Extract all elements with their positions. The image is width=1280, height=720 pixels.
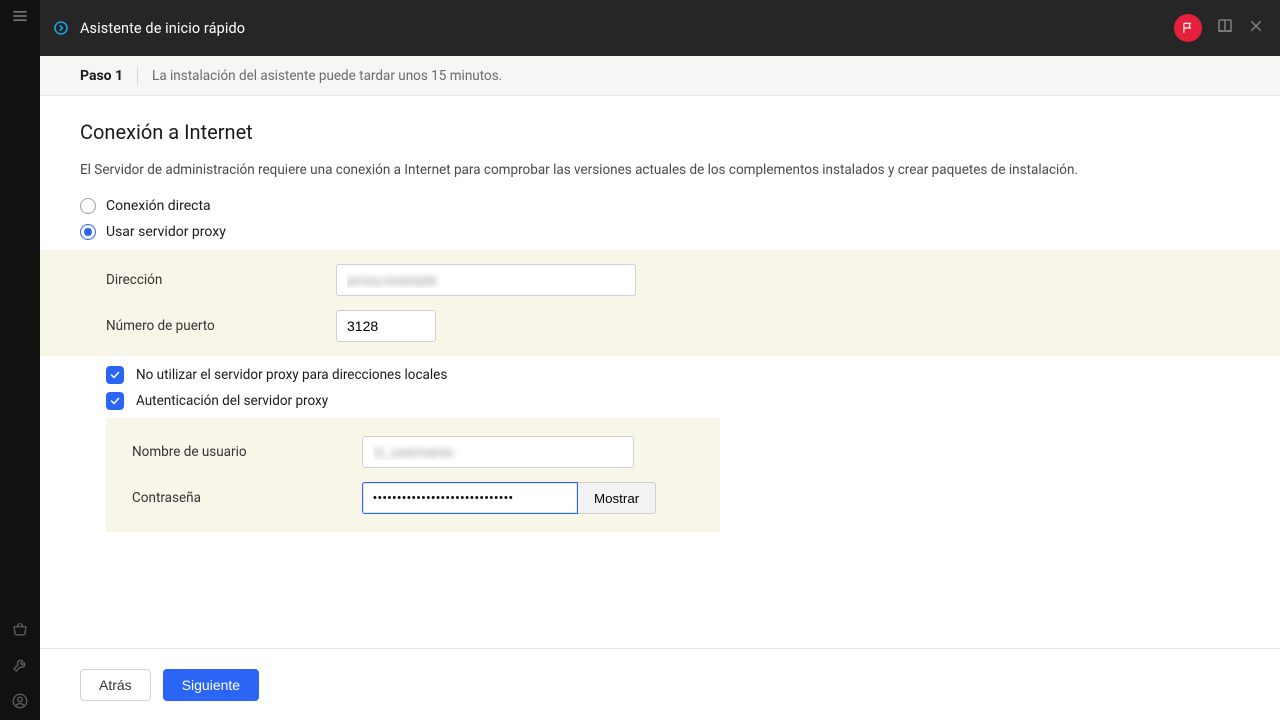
radio-label: Conexión directa <box>106 198 211 214</box>
basket-icon[interactable] <box>11 620 29 638</box>
radio-icon <box>80 224 96 240</box>
password-input[interactable] <box>362 482 578 514</box>
left-nav-rail <box>0 0 40 720</box>
port-input[interactable] <box>336 310 436 342</box>
username-input[interactable] <box>362 436 634 468</box>
checkbox-label: No utilizar el servidor proxy para direc… <box>136 367 447 383</box>
title-bar: Asistente de inicio rápido <box>40 0 1280 56</box>
content-area: Conexión a Internet El Servidor de admin… <box>40 96 1280 648</box>
page-title: Asistente de inicio rápido <box>80 20 245 37</box>
address-label: Dirección <box>106 272 316 288</box>
wrench-icon[interactable] <box>11 656 29 674</box>
checkbox-checked-icon <box>106 366 124 384</box>
radio-icon <box>80 198 96 214</box>
wizard-icon <box>52 19 70 37</box>
back-button[interactable]: Atrás <box>80 669 151 701</box>
checkbox-label: Autenticación del servidor proxy <box>136 393 328 409</box>
section-title: Conexión a Internet <box>80 120 1240 144</box>
radio-use-proxy[interactable]: Usar servidor proxy <box>80 224 1240 240</box>
step-description: La instalación del asistente puede tarda… <box>152 68 502 84</box>
port-label: Número de puerto <box>106 318 316 334</box>
divider <box>137 67 138 85</box>
step-bar: Paso 1 La instalación del asistente pued… <box>40 56 1280 96</box>
next-button[interactable]: Siguiente <box>163 669 259 701</box>
section-description: El Servidor de administración requiere u… <box>80 162 1240 178</box>
report-flag-button[interactable] <box>1174 14 1202 42</box>
bookmark-icon[interactable] <box>1216 17 1234 39</box>
radio-label: Usar servidor proxy <box>106 224 226 240</box>
user-circle-icon[interactable] <box>11 692 29 710</box>
checkbox-checked-icon <box>106 392 124 410</box>
radio-direct-connection[interactable]: Conexión directa <box>80 198 1240 214</box>
proxy-auth-checkbox[interactable]: Autenticación del servidor proxy <box>80 392 1240 410</box>
address-input[interactable] <box>336 264 636 296</box>
step-number: Paso 1 <box>80 68 123 84</box>
show-password-button[interactable]: Mostrar <box>578 482 656 514</box>
proxy-settings-panel: Dirección Número de puerto <box>40 250 1280 356</box>
bypass-local-checkbox[interactable]: No utilizar el servidor proxy para direc… <box>80 366 1240 384</box>
close-icon[interactable] <box>1248 18 1264 38</box>
hamburger-menu-icon[interactable] <box>10 6 30 26</box>
username-label: Nombre de usuario <box>132 444 342 460</box>
password-label: Contraseña <box>132 490 342 506</box>
wizard-footer: Atrás Siguiente <box>40 648 1280 720</box>
proxy-auth-panel: Nombre de usuario Contraseña Mostrar <box>106 418 720 532</box>
